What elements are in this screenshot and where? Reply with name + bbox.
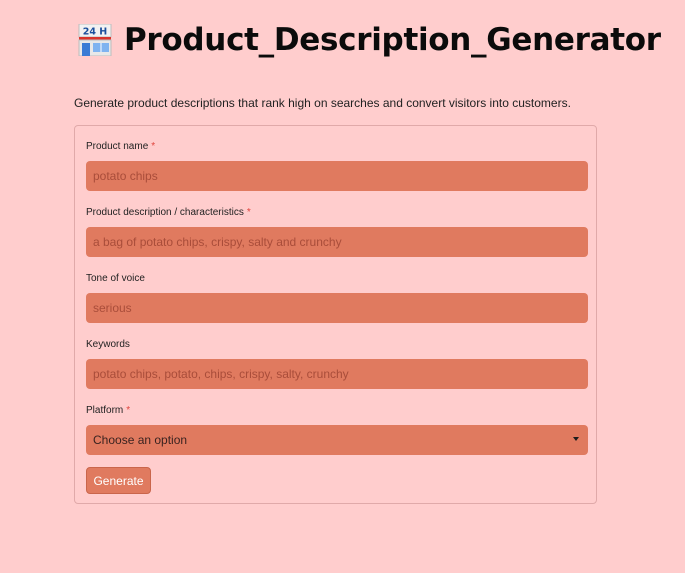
tone-of-voice-label-text: Tone of voice [86, 273, 145, 284]
page-subtitle: Generate product descriptions that rank … [74, 96, 571, 110]
keywords-placeholder: potato chips, potato, chips, crispy, sal… [93, 367, 349, 381]
keywords-label-text: Keywords [86, 339, 130, 350]
tone-of-voice-label: Tone of voice [86, 273, 145, 284]
product-name-input[interactable]: potato chips [86, 161, 588, 191]
product-form: Product name * potato chips Product descr… [74, 125, 597, 504]
convenience-store-icon: 24 H [78, 24, 112, 56]
product-description-placeholder: a bag of potato chips, crispy, salty and… [93, 235, 342, 249]
required-marker: * [126, 405, 131, 416]
tone-of-voice-placeholder: serious [93, 301, 132, 315]
generate-button[interactable]: Generate [86, 467, 151, 494]
page-title: Product_Description_Generator [124, 22, 661, 58]
product-description-input[interactable]: a bag of potato chips, crispy, salty and… [86, 227, 588, 257]
platform-select[interactable]: Choose an option [86, 425, 588, 455]
product-name-label: Product name * [86, 141, 155, 152]
store-sign-text: 24 H [83, 27, 108, 38]
platform-label-text: Platform [86, 405, 124, 416]
product-description-label-text: Product description / characteristics [86, 207, 244, 218]
platform-selected-value: Choose an option [93, 433, 188, 447]
required-marker: * [246, 207, 251, 218]
product-name-label-text: Product name [86, 141, 149, 152]
platform-label: Platform * [86, 405, 130, 416]
required-marker: * [151, 141, 156, 152]
product-description-label: Product description / characteristics * [86, 207, 251, 218]
page-header: 24 H Product_Description_Generator [78, 22, 661, 58]
tone-of-voice-input[interactable]: serious [86, 293, 588, 323]
keywords-label: Keywords [86, 339, 130, 350]
keywords-input[interactable]: potato chips, potato, chips, crispy, sal… [86, 359, 588, 389]
product-name-placeholder: potato chips [93, 169, 158, 183]
caret-down-icon [573, 437, 579, 441]
